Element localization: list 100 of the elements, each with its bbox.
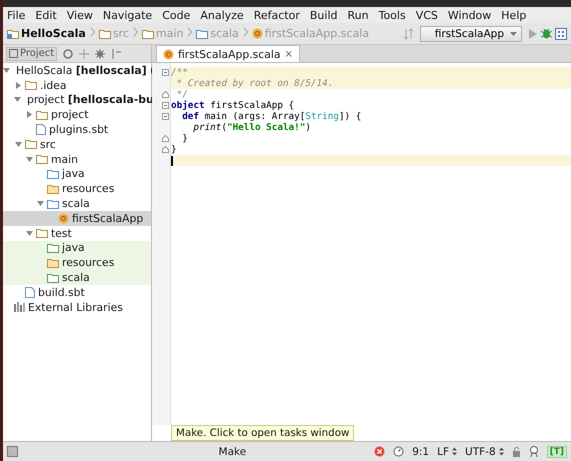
fold-end-icon[interactable] <box>162 135 169 142</box>
tooltip: Make. Click to open tasks window <box>171 425 354 441</box>
expanded-arrow-icon[interactable] <box>3 66 10 74</box>
class-icon <box>252 28 263 39</box>
editor-tab[interactable]: firstScalaApp.scala × <box>156 45 300 62</box>
chevron-icon <box>132 27 138 37</box>
gauge-icon[interactable] <box>393 446 404 457</box>
settings-icon[interactable] <box>95 48 106 58</box>
expanded-arrow-icon[interactable] <box>26 156 32 163</box>
dropdown-arrow-icon <box>510 32 517 36</box>
tree-item[interactable]: project <box>3 107 151 122</box>
fold-icon[interactable] <box>162 69 169 76</box>
tree-item[interactable]: scala <box>3 270 151 285</box>
up-down-arrows-icon[interactable] <box>452 447 458 456</box>
tree-item[interactable]: External Libraries <box>3 300 151 315</box>
fold-end-icon[interactable] <box>162 146 169 153</box>
menu-item[interactable]: VCS <box>416 8 438 22</box>
code-token: * Created by root on 8/5/14. <box>176 78 334 89</box>
menu-item[interactable]: Run <box>348 8 369 22</box>
tree-item[interactable]: scala <box>3 196 151 211</box>
folder-icon <box>36 154 48 164</box>
fold-icon[interactable] <box>162 113 169 120</box>
folder-icon <box>47 258 59 268</box>
collapse-all-icon[interactable] <box>79 48 90 58</box>
up-down-arrows-icon[interactable] <box>498 447 504 456</box>
tree-item[interactable]: build.sbt <box>3 284 151 300</box>
breadcrumb[interactable]: HelloScala <box>21 27 86 40</box>
tree-item[interactable]: java <box>3 240 151 256</box>
project-structure-icon[interactable] <box>555 28 567 40</box>
menu-item[interactable]: Build <box>310 8 338 22</box>
hide-panel-icon[interactable] <box>111 48 122 58</box>
folder-icon <box>196 28 208 38</box>
menu-item[interactable]: Analyze <box>200 8 244 22</box>
line-separator[interactable]: LF <box>437 446 450 458</box>
tree-item[interactable]: test <box>3 226 151 241</box>
menu-item[interactable]: Code <box>162 8 190 22</box>
code-editor[interactable]: /** * Created by root on 8/5/14. */ object firstScalaApp { def main (args: Array[String]) { print("Hello Scala!") } } <box>171 63 571 425</box>
file-icon <box>25 286 35 298</box>
tree-item[interactable]: resources <box>3 181 151 196</box>
sort-icon[interactable] <box>404 28 414 40</box>
menu-item[interactable]: View <box>66 8 93 22</box>
code-token: ( <box>221 122 227 133</box>
folder-icon <box>47 168 59 179</box>
error-icon[interactable] <box>374 446 386 457</box>
close-tab-button[interactable]: × <box>284 48 293 60</box>
folder-icon <box>47 242 59 253</box>
project-view-dropdown[interactable]: Project <box>6 46 58 60</box>
background-task[interactable]: Make <box>218 446 246 458</box>
chevron-icon <box>242 27 248 37</box>
fold-end-icon[interactable] <box>162 91 169 98</box>
menu-item[interactable]: Window <box>448 8 492 22</box>
code-token: main (args: Array[ <box>204 111 306 122</box>
collapsed-arrow-icon[interactable] <box>26 111 32 118</box>
expanded-arrow-icon[interactable] <box>14 140 22 148</box>
expanded-arrow-icon[interactable] <box>36 200 44 208</box>
folder-icon <box>25 139 37 150</box>
expanded-arrow-icon[interactable] <box>26 230 32 237</box>
tree-item[interactable]: java <box>3 166 151 182</box>
chevron-icon <box>90 27 95 37</box>
menu-item[interactable]: Tools <box>378 8 406 22</box>
menu-item[interactable]: File <box>7 8 26 22</box>
file-encoding[interactable]: UTF-8 <box>465 446 496 458</box>
tree-item[interactable]: src <box>3 136 151 152</box>
folder-icon <box>47 272 59 283</box>
code-token: /** <box>171 67 188 78</box>
target-icon[interactable] <box>63 48 74 58</box>
folder-icon <box>142 28 154 38</box>
tree-item[interactable]: .idea <box>3 78 151 93</box>
menu-item[interactable]: Refactor <box>254 8 300 22</box>
tree-item[interactable]: firstScalaApp <box>3 210 151 226</box>
caret-position[interactable]: 9:1 <box>412 446 430 458</box>
run-icon[interactable] <box>528 28 538 40</box>
tree-item[interactable]: resources <box>3 255 151 270</box>
class-icon <box>58 212 69 224</box>
run-configuration-dropdown[interactable]: firstScalaApp <box>420 26 522 42</box>
menu-item[interactable]: Navigate <box>102 8 152 22</box>
debug-bug-icon[interactable] <box>540 27 553 40</box>
inspector-icon[interactable] <box>528 446 539 457</box>
lock-icon[interactable] <box>512 446 521 456</box>
tree-item[interactable]: project [helloscala-bu <box>3 92 151 108</box>
code-token: def <box>181 111 199 122</box>
menu-item[interactable]: Edit <box>35 8 57 22</box>
expanded-arrow-icon[interactable] <box>14 96 21 104</box>
file-icon <box>36 124 46 136</box>
code-token: object <box>171 100 205 111</box>
collapsed-arrow-icon[interactable] <box>14 82 22 89</box>
folder-icon <box>36 228 48 238</box>
library-icon <box>14 302 25 312</box>
folder-icon <box>25 80 37 90</box>
tree-item[interactable]: main <box>3 152 151 167</box>
code-token: firstScalaApp { <box>209 100 294 111</box>
code-token: print <box>192 122 222 133</box>
code-token: } <box>181 133 188 144</box>
tree-item[interactable]: plugins.sbt <box>3 122 151 137</box>
module-folder-icon <box>7 28 19 38</box>
fold-icon[interactable] <box>162 102 169 109</box>
code-token: "Hello Scala!" <box>226 122 306 133</box>
code-token: ) <box>305 122 311 133</box>
panel-toggle-icon[interactable] <box>7 446 18 457</box>
menu-item[interactable]: Help <box>501 8 526 22</box>
